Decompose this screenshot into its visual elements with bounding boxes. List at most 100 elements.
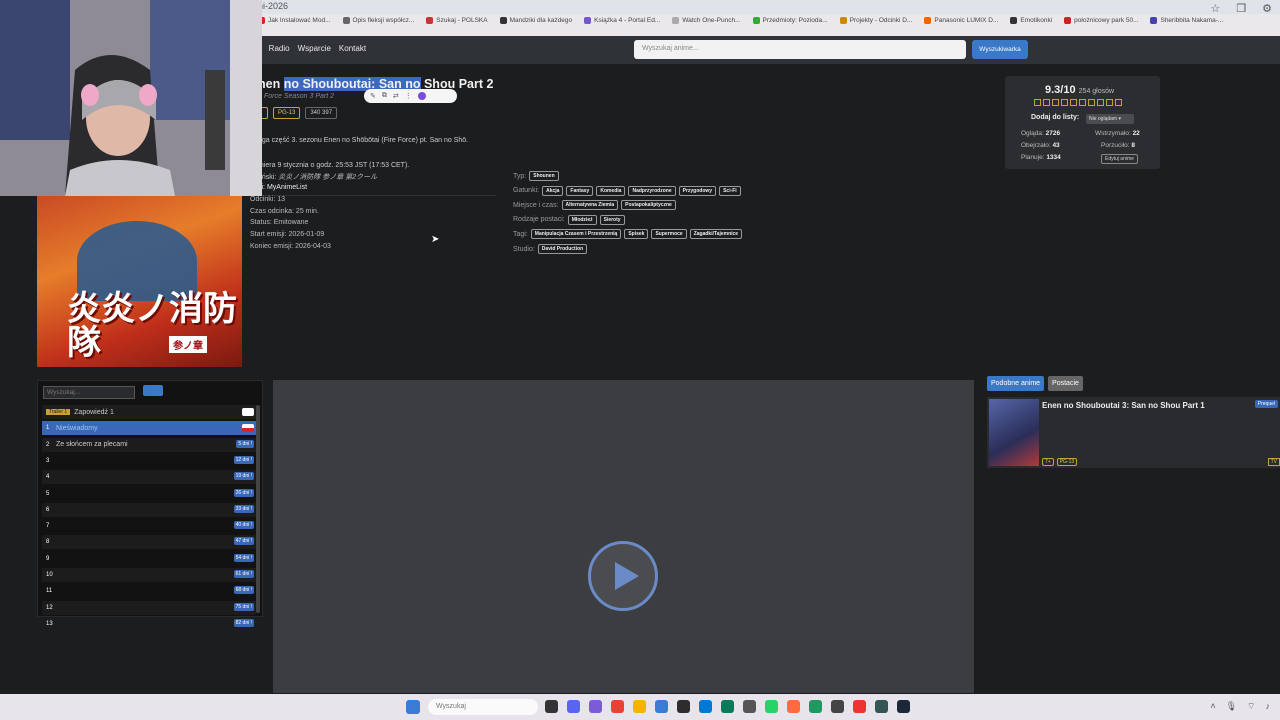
tag-chip[interactable]: Akcja [542, 185, 564, 196]
list-status-select[interactable]: Nie oglądam ▾ [1086, 114, 1134, 124]
bookmark-item[interactable]: Sheribbita Nakama-... [1150, 17, 1223, 24]
mic-icon[interactable]: 🎙 [1226, 701, 1237, 712]
similar-anime-card[interactable]: Enen no Shouboutai 3: San no Shou Part 1… [987, 397, 1280, 468]
nav-link[interactable]: Kontakt [339, 44, 366, 53]
tag-chip[interactable]: Komedia [596, 185, 626, 196]
episode-row[interactable]: 10 61 dni ! [42, 568, 256, 582]
tag-chip[interactable]: Fantasy [566, 185, 594, 196]
similar-thumbnail[interactable] [989, 399, 1039, 466]
tag-chip[interactable]: Sci-Fi [719, 185, 741, 196]
taskbar-app-icon[interactable] [677, 700, 690, 713]
taskbar-app-icon[interactable] [721, 700, 734, 713]
star-icon[interactable] [1115, 99, 1122, 106]
star-icon[interactable] [1070, 99, 1077, 106]
star-icon[interactable] [1079, 99, 1086, 106]
bookmark-item[interactable]: Projekty - Odcinki D... [839, 17, 912, 24]
windows-start-icon[interactable] [406, 700, 420, 714]
tag-chip[interactable]: Młodzież [567, 214, 597, 225]
bookmark-item[interactable]: Mandziki dla każdego [499, 17, 572, 24]
taskbar-app-icon[interactable] [699, 700, 712, 713]
tag-chip[interactable]: Supermoce [651, 229, 687, 240]
edit-anime-button[interactable]: Edytuj anime [1101, 154, 1138, 164]
star-icon[interactable] [1106, 99, 1113, 106]
tag-chip[interactable]: Przygodowy [678, 185, 717, 196]
chevron-up-icon[interactable]: ˄ [1210, 701, 1215, 712]
tab-characters[interactable]: Postacie [1048, 376, 1083, 391]
assistant-icon[interactable] [417, 92, 426, 100]
bookmark-item[interactable]: Jak Instalować Mod... [258, 17, 331, 24]
tag-chip[interactable]: Alternatywna Ziemia [561, 200, 619, 211]
episode-row[interactable]: Trailer 1 Zapowiedź 1 [42, 405, 256, 419]
taskbar-app-icon[interactable] [589, 700, 602, 713]
taskbar-app-icon[interactable] [875, 700, 888, 713]
star-icon[interactable] [1061, 99, 1068, 106]
episode-row[interactable]: 6 33 dni ! [42, 502, 256, 517]
tag-chip[interactable]: Spisek [624, 229, 649, 240]
taskbar-app-icon[interactable] [545, 700, 558, 713]
episode-row[interactable]: 11 68 dni ! [42, 584, 256, 598]
scrollbar[interactable] [256, 405, 260, 613]
episode-row[interactable]: 5 26 dni ! [42, 487, 256, 501]
star-icon[interactable] [1034, 99, 1041, 106]
taskbar-app-icon[interactable] [633, 700, 646, 713]
tag-chip[interactable]: Manipulacja Czasem i Przestrzenią [530, 229, 622, 240]
taskbar-app-icon[interactable] [567, 700, 580, 713]
nav-link[interactable]: Wsparcie [298, 44, 331, 53]
episode-row[interactable]: 4 19 dni ! [42, 470, 256, 485]
volume-icon[interactable]: ♪ [1266, 701, 1271, 712]
episode-row[interactable]: 2 Ze słońcem za plecami 5 dni ! [42, 437, 256, 452]
mal-link[interactable]: MyAnimeList [267, 184, 307, 191]
tag-chip[interactable]: David Production [537, 244, 588, 254]
nav-link[interactable]: Radio [269, 44, 290, 53]
settings-icon[interactable]: ⚙ [1262, 2, 1272, 15]
bookmark-item[interactable]: Książka 4 - Portal Ed... [584, 17, 660, 24]
episode-row[interactable]: 8 47 dni ! [42, 535, 256, 550]
episode-search-button[interactable] [143, 385, 163, 396]
taskbar-search[interactable]: Wyszukaj [428, 699, 538, 715]
episode-row[interactable]: 9 54 dni ! [42, 552, 256, 566]
search-button[interactable]: Wyszukiwarka [972, 40, 1028, 59]
tag-chip[interactable]: Shounen [529, 171, 559, 181]
more-icon[interactable]: ⋮ [405, 92, 412, 100]
star-icon[interactable] [1097, 99, 1104, 106]
episode-row[interactable]: 7 40 dni ! [42, 519, 256, 533]
tab-similar[interactable]: Podobne anime [987, 376, 1045, 391]
taskbar-app-icon[interactable] [655, 700, 668, 713]
browser-tab-title[interactable]: ni-2026 [258, 1, 288, 11]
bookmark-item[interactable]: Panasonic LUMIX D... [924, 17, 998, 24]
bookmark-item[interactable]: Watch One-Punch... [672, 17, 741, 24]
taskbar-app-icon[interactable] [611, 700, 624, 713]
wifi-icon[interactable]: ⌔ [1247, 701, 1255, 712]
bookmark-item[interactable]: Opis fleksji współcz... [342, 17, 414, 24]
taskbar-app-icon[interactable] [897, 700, 910, 713]
taskbar-app-icon[interactable] [765, 700, 778, 713]
star-icon[interactable] [1088, 99, 1095, 106]
search-input[interactable]: Wyszukaj anime... [634, 40, 966, 59]
play-icon[interactable] [588, 541, 658, 611]
translate-icon[interactable]: ⇄ [393, 92, 399, 100]
taskbar-app-icon[interactable] [743, 700, 756, 713]
bookmark-item[interactable]: Szukaj - POLSKA [426, 17, 488, 24]
episode-search-input[interactable]: Wyszukaj... [43, 386, 135, 399]
tag-chip[interactable]: Postapokaliptyczne [621, 200, 676, 211]
tag-chip[interactable]: Sieroty [599, 214, 625, 225]
copy-icon[interactable]: ⧉ [382, 92, 387, 100]
star-icon[interactable]: ☆ [1210, 2, 1220, 15]
edit-icon[interactable]: ✎ [370, 92, 376, 100]
tag-chip[interactable]: Nadprzyrodzone [628, 185, 676, 196]
episode-row[interactable]: 3 12 dni ! [42, 454, 256, 468]
tag-chip[interactable]: Zagadki/Tajemnice [689, 229, 743, 240]
bookmark-item[interactable]: Przedmioty: Pozioda... [752, 17, 828, 24]
taskbar-app-icon[interactable] [853, 700, 866, 713]
episode-row[interactable]: 13 82 dni ! [42, 617, 256, 631]
video-player[interactable] [273, 380, 974, 693]
star-icon[interactable] [1043, 99, 1050, 106]
bookmark-item[interactable]: Emotikonki [1010, 17, 1052, 24]
taskbar-app-icon[interactable] [809, 700, 822, 713]
star-rating[interactable] [1034, 99, 1122, 106]
similar-title[interactable]: Enen no Shouboutai 3: San no Shou Part 1 [1042, 401, 1205, 410]
star-icon[interactable] [1052, 99, 1059, 106]
taskbar-app-icon[interactable] [787, 700, 800, 713]
taskbar-app-icon[interactable] [831, 700, 844, 713]
episode-row[interactable]: 12 75 dni ! [42, 600, 256, 615]
